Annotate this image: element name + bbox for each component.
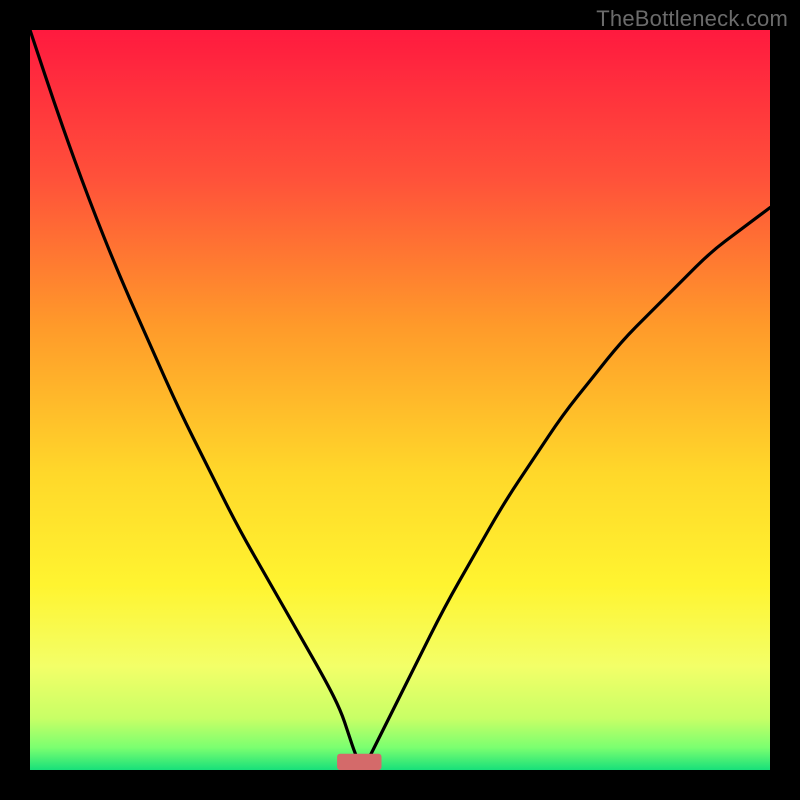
chart-frame: TheBottleneck.com (0, 0, 800, 800)
bottleneck-chart (30, 30, 770, 770)
plot-area (30, 30, 770, 770)
watermark-text: TheBottleneck.com (596, 6, 788, 32)
gradient-background (30, 30, 770, 770)
optimal-marker (337, 754, 381, 770)
